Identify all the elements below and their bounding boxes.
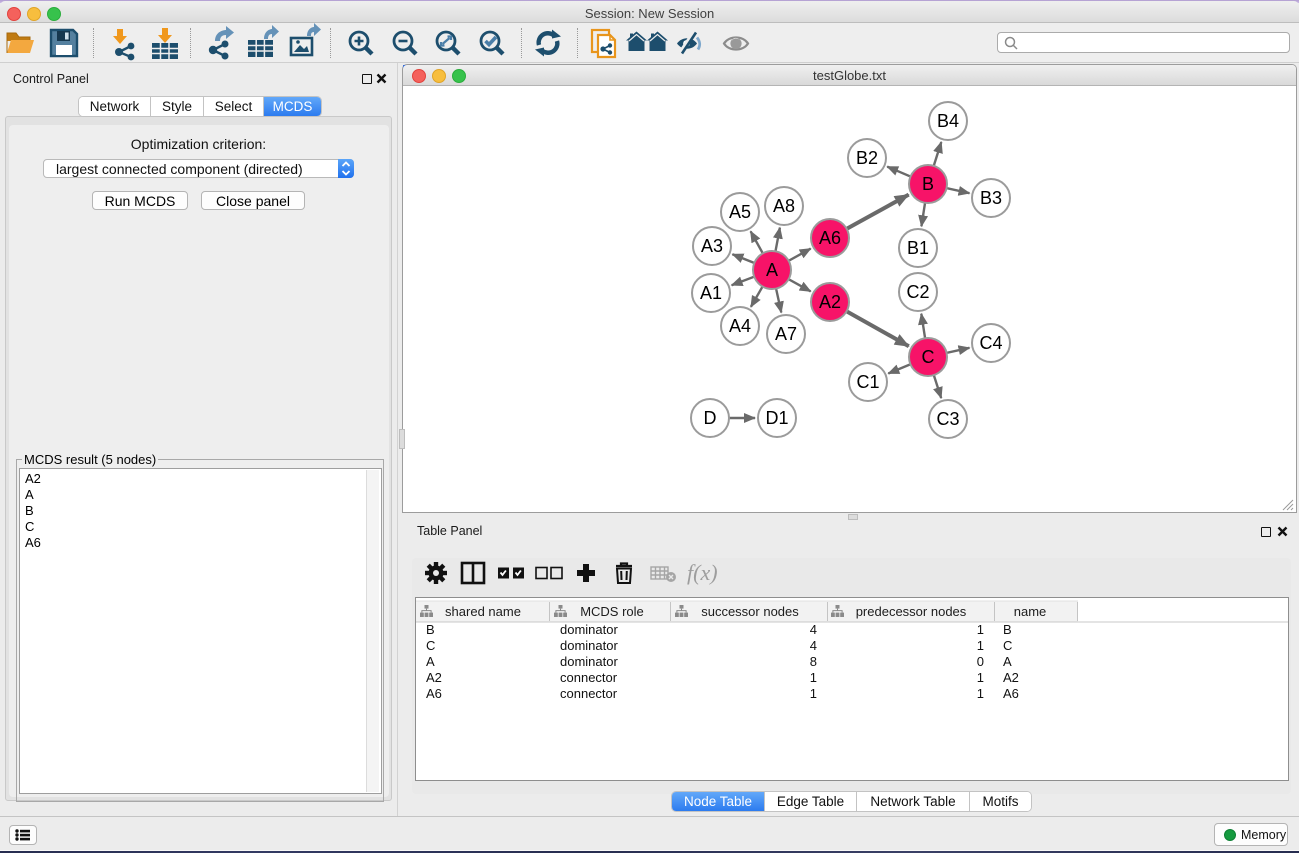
svg-text:A4: A4 xyxy=(729,316,751,336)
svg-text:1: 1 xyxy=(810,670,817,685)
svg-text:A: A xyxy=(1003,654,1012,669)
svg-text:predecessor nodes: predecessor nodes xyxy=(856,604,967,619)
svg-text:C: C xyxy=(922,347,935,367)
svg-text:A3: A3 xyxy=(701,236,723,256)
svg-text:A1: A1 xyxy=(700,283,722,303)
svg-text:C3: C3 xyxy=(936,409,959,429)
svg-text:1: 1 xyxy=(977,670,984,685)
svg-text:dominator: dominator xyxy=(560,622,618,637)
svg-text:B: B xyxy=(1003,622,1012,637)
svg-text:C1: C1 xyxy=(856,372,879,392)
svg-text:0: 0 xyxy=(977,654,984,669)
svg-text:f(x): f(x) xyxy=(687,560,718,585)
svg-text:A5: A5 xyxy=(729,202,751,222)
svg-text:B2: B2 xyxy=(856,148,878,168)
svg-text:1: 1 xyxy=(977,622,984,637)
svg-text:successor nodes: successor nodes xyxy=(701,604,799,619)
svg-text:shared name: shared name xyxy=(445,604,521,619)
svg-text:4: 4 xyxy=(810,638,817,653)
svg-text:A6: A6 xyxy=(1003,686,1019,701)
svg-text:B4: B4 xyxy=(937,111,959,131)
svg-text:A2: A2 xyxy=(426,670,442,685)
svg-text:1: 1 xyxy=(977,638,984,653)
svg-text:B: B xyxy=(922,174,934,194)
svg-text:A8: A8 xyxy=(773,196,795,216)
svg-text:C2: C2 xyxy=(906,282,929,302)
svg-text:B3: B3 xyxy=(980,188,1002,208)
svg-text:connector: connector xyxy=(560,686,618,701)
svg-text:dominator: dominator xyxy=(560,638,618,653)
svg-text:8: 8 xyxy=(810,654,817,669)
svg-text:1: 1 xyxy=(810,686,817,701)
svg-text:B: B xyxy=(426,622,435,637)
svg-text:D: D xyxy=(704,408,717,428)
svg-text:C4: C4 xyxy=(979,333,1002,353)
svg-text:A2: A2 xyxy=(819,292,841,312)
svg-text:A: A xyxy=(766,260,778,280)
svg-text:A6: A6 xyxy=(819,228,841,248)
svg-text:D1: D1 xyxy=(765,408,788,428)
svg-text:A7: A7 xyxy=(775,324,797,344)
svg-text:connector: connector xyxy=(560,670,618,685)
svg-text:dominator: dominator xyxy=(560,654,618,669)
svg-text:C: C xyxy=(1003,638,1012,653)
svg-text:C: C xyxy=(426,638,435,653)
svg-text:name: name xyxy=(1014,604,1047,619)
svg-text:A2: A2 xyxy=(1003,670,1019,685)
svg-text:1: 1 xyxy=(977,686,984,701)
svg-text:MCDS role: MCDS role xyxy=(580,604,644,619)
svg-text:A6: A6 xyxy=(426,686,442,701)
svg-text:4: 4 xyxy=(810,622,817,637)
svg-text:B1: B1 xyxy=(907,238,929,258)
svg-text:A: A xyxy=(426,654,435,669)
